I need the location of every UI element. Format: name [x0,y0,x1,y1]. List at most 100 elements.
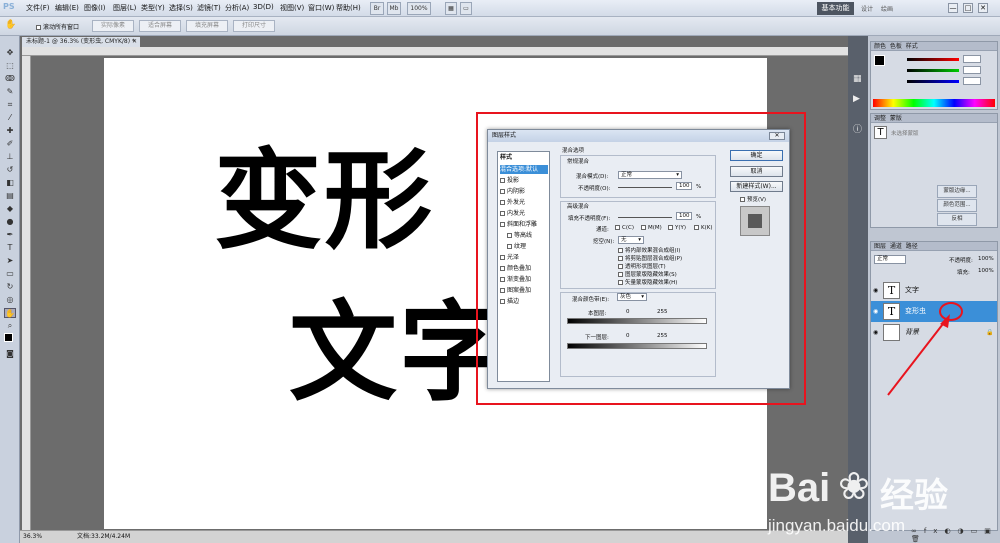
workspace-essentials[interactable]: 基本功能 [817,2,854,15]
menu-layer[interactable]: 图层(L) [113,3,136,13]
tab-channels[interactable]: 通道 [890,243,902,250]
foreground-color-swatch[interactable] [4,333,13,342]
eraser-tool-icon[interactable]: ◧ [4,178,16,188]
tab-masks[interactable]: 蒙版 [890,115,902,122]
zoom-level[interactable]: 100% [407,2,431,15]
checkbox-icon[interactable] [36,25,41,30]
document-tab[interactable]: 未标题-1 @ 36.3% (变形虫, CMYK/8) * ✕ [22,37,140,47]
menu-window[interactable]: 窗口(W) [308,3,334,13]
print-size-button[interactable]: 打印尺寸 [233,20,275,32]
visibility-eye-icon[interactable]: ◉ [873,280,878,301]
dodge-tool-icon[interactable]: ● [4,217,16,227]
gradient-tool-icon[interactable]: ▤ [4,191,16,201]
3d-rotate-icon[interactable]: ↻ [4,282,16,292]
mask-edge-button[interactable]: 蒙版边缘... [937,185,977,198]
color-range-button[interactable]: 颜色范围... [937,199,977,212]
green-value[interactable] [963,66,981,74]
actual-pixels-button[interactable]: 实际像素 [92,20,134,32]
screen-mode-icon[interactable]: ▭ [460,2,472,15]
history-brush-icon[interactable]: ↺ [4,165,16,175]
workspace-painting[interactable]: 绘画 [881,4,893,13]
blue-slider[interactable] [907,80,959,83]
stamp-tool-icon[interactable]: ⊥ [4,152,16,162]
brush-tool-icon[interactable]: ✐ [4,139,16,149]
menu-file[interactable]: 文件(F) [26,3,50,13]
masks-panel: 调整 蒙版 T 未选择蒙版 蒙版边缘... 颜色范围... 反相 [870,113,998,228]
pen-tool-icon[interactable]: ✒ [4,230,16,240]
crop-tool-icon[interactable]: ⌗ [4,100,16,110]
tab-layers[interactable]: 图层 [874,243,886,250]
type-tool-icon[interactable]: T [4,243,16,253]
menu-select[interactable]: 选择(S) [169,3,193,13]
fit-screen-button[interactable]: 适合屏幕 [139,20,181,32]
layer-row[interactable]: ◉ T 文字 [871,280,997,301]
menu-bar: PS 文件(F) 编辑(E) 图像(I) 图层(L) 类型(Y) 选择(S) 滤… [0,0,1000,17]
maximize-button[interactable]: □ [963,3,973,13]
fg-color-preview[interactable] [874,55,885,66]
paw-icon: ❀ [838,464,870,508]
fill-screen-button[interactable]: 填充屏幕 [186,20,228,32]
blue-value[interactable] [963,77,981,85]
layer-thumbnail: T [883,282,900,299]
masks-panel-tabs: 调整 蒙版 [871,114,997,123]
invert-button[interactable]: 反相 [937,213,977,226]
tab-color[interactable]: 颜色 [874,43,886,50]
close-app-button[interactable]: ✕ [978,3,988,13]
menu-type[interactable]: 类型(Y) [141,3,165,13]
hand-tool-icon[interactable]: ✋ [5,20,16,30]
bridge-icon[interactable]: Br [370,2,384,15]
shape-tool-icon[interactable]: ▭ [4,269,16,279]
quick-mask-icon[interactable]: ◙ [4,349,16,359]
watermark-brand2: 经验 [880,476,948,516]
menu-view[interactable]: 视图(V) [280,3,304,13]
mask-hint: 未选择蒙版 [891,131,919,137]
status-doc-size[interactable]: 文档:33.2M/4.24M [77,531,130,543]
menu-edit[interactable]: 编辑(E) [55,3,79,13]
tab-swatches[interactable]: 色板 [890,43,902,50]
quick-select-icon[interactable]: ✎ [4,87,16,97]
menu-analysis[interactable]: 分析(A) [225,3,249,13]
blur-tool-icon[interactable]: ◆ [4,204,16,214]
workspace-design[interactable]: 设计 [861,4,873,13]
actions-panel-icon[interactable]: ▶ [853,94,860,104]
eyedropper-icon[interactable]: ⁄ [4,113,16,123]
3d-orbit-icon[interactable]: ◎ [4,295,16,305]
visibility-eye-icon[interactable]: ◉ [873,322,878,343]
close-tab-icon[interactable]: ✕ [132,37,137,47]
green-slider[interactable] [907,69,959,72]
color-spectrum[interactable] [873,99,995,107]
horizontal-ruler [22,47,848,56]
visibility-eye-icon[interactable]: ◉ [873,301,878,322]
minimize-button[interactable]: — [948,3,958,13]
tab-styles[interactable]: 样式 [906,43,918,50]
move-tool-icon[interactable]: ✥ [4,48,16,58]
menu-3d[interactable]: 3D(D) [253,3,274,11]
hand-tool-icon[interactable]: ✋ [4,308,16,318]
menu-help[interactable]: 帮助(H) [336,3,361,13]
healing-brush-icon[interactable]: ✚ [4,126,16,136]
watermark-brand: Bai [768,466,831,510]
menu-image[interactable]: 图像(I) [84,3,106,13]
layer-fill-value[interactable]: 100% [978,268,994,274]
status-zoom[interactable]: 36.3% [23,531,42,543]
tab-adjustments[interactable]: 调整 [874,115,886,122]
lasso-tool-icon[interactable]: ↂ [4,74,16,84]
lock-icon: 🔒 [986,329,994,336]
history-panel-icon[interactable]: ▦ [853,74,862,84]
arrange-icon[interactable]: ▦ [445,2,457,15]
options-bar: ✋ 滚动所有窗口 实际像素 适合屏幕 填充屏幕 打印尺寸 [0,17,1000,36]
red-value[interactable] [963,55,981,63]
red-slider[interactable] [907,58,959,61]
type-layer-icon: T [874,126,887,139]
status-bar: 36.3% 文档:33.2M/4.24M [20,530,848,543]
info-panel-icon[interactable]: ⓘ [853,122,862,135]
tab-paths[interactable]: 路径 [906,243,918,250]
scroll-all-windows[interactable]: 滚动所有窗口 [36,22,79,31]
layer-opacity-value[interactable]: 100% [978,256,994,262]
menu-filter[interactable]: 滤镜(T) [197,3,221,13]
layer-blend-mode[interactable]: 正常 [874,255,906,264]
marquee-tool-icon[interactable]: ⬚ [4,61,16,71]
zoom-tool-icon[interactable]: ⌕ [4,321,16,331]
mini-bridge-icon[interactable]: Mb [387,2,401,15]
path-select-icon[interactable]: ➤ [4,256,16,266]
